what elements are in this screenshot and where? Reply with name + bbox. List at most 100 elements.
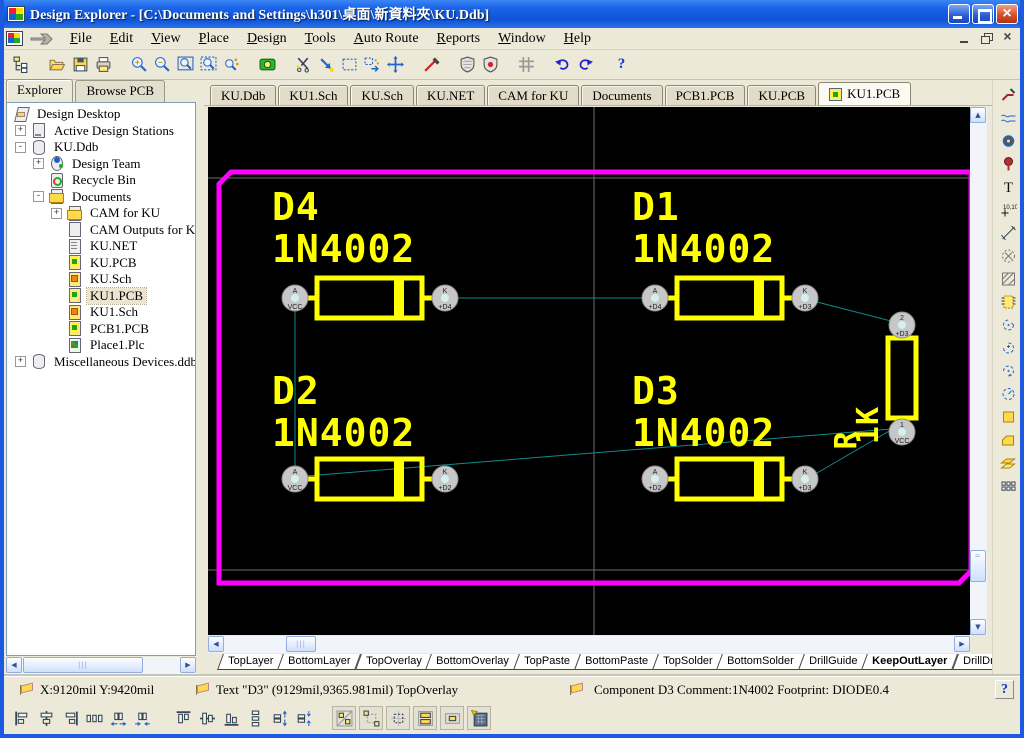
doc-tab-documents[interactable]: Documents [581, 85, 662, 105]
pad-d1-a[interactable]: A+D4 [642, 285, 668, 311]
tree-item-recycle-bin[interactable]: Recycle Bin [7, 172, 195, 189]
mdi-close-button[interactable] [999, 31, 1016, 46]
increase-vertical-spacing-icon[interactable] [267, 706, 291, 730]
toolbar-arrow-icon[interactable] [29, 32, 55, 46]
panel-tab-browse-pcb[interactable]: Browse PCB [75, 80, 165, 102]
paste-arrow-icon[interactable] [315, 53, 338, 76]
zoom-in-icon[interactable] [128, 53, 151, 76]
layer-tab-topoverlay[interactable]: TopOverlay [355, 654, 432, 670]
maximize-button[interactable] [972, 4, 994, 24]
help-icon[interactable]: ? [610, 53, 633, 76]
tree-item-cam-outputs-for-ku[interactable]: CAM Outputs for KU [7, 222, 195, 239]
place-full-circle-icon[interactable] [998, 385, 1020, 403]
decrease-vertical-spacing-icon[interactable] [291, 706, 315, 730]
tree-expander[interactable]: - [15, 142, 26, 153]
tree-item-design-team[interactable]: +Design Team [7, 156, 195, 173]
tree-item-cam-for-ku[interactable]: +CAM for KU [7, 205, 195, 222]
doc-tab-ku-pcb[interactable]: KU.PCB [747, 85, 816, 105]
save-icon[interactable] [69, 53, 92, 76]
panel-tab-explorer[interactable]: Explorer [6, 79, 73, 102]
mdi-minimize-button[interactable] [957, 31, 974, 46]
scroll-left-button[interactable]: ◀ [6, 657, 22, 673]
menu-help[interactable]: Help [555, 29, 600, 49]
distribute-horizontal-icon[interactable] [82, 706, 106, 730]
tree-item-miscellaneous-devices-ddb[interactable]: +Miscellaneous Devices.ddb [7, 354, 195, 371]
explorer-horizontal-scrollbar[interactable]: ◀ ||| ▶ [6, 657, 196, 674]
canvas-vertical-scrollbar[interactable]: ▲ = ▼ [970, 107, 987, 635]
comment-d3[interactable]: 1N4002 [632, 413, 775, 453]
doc-tab-cam-for-ku[interactable]: CAM for KU [487, 85, 579, 105]
tree-item-place1-plc[interactable]: Place1.Plc [7, 337, 195, 354]
designator-d1[interactable]: D1 [632, 187, 680, 227]
explorer-panel-toggle-icon[interactable] [10, 53, 33, 76]
doc-tab-ku1-sch[interactable]: KU1.Sch [278, 85, 348, 105]
scroll-right-button[interactable]: ▶ [180, 657, 196, 673]
place-fill-hatched-icon[interactable] [998, 270, 1020, 288]
pad-r-1[interactable]: 1VCC [889, 419, 915, 445]
board-preview-icon[interactable] [256, 53, 279, 76]
tree-item-documents[interactable]: -Documents [7, 189, 195, 206]
pad-d3-k[interactable]: K+D3 [792, 466, 818, 492]
minimize-button[interactable] [948, 4, 970, 24]
component-d3[interactable] [664, 459, 796, 499]
layer-tab-bottompaste[interactable]: BottomPaste [574, 654, 659, 670]
print-icon[interactable] [92, 53, 115, 76]
mdi-restore-button[interactable] [978, 31, 995, 46]
scroll-thumb[interactable]: = [970, 550, 986, 582]
place-coordinate-icon[interactable]: 10,10 [998, 201, 1020, 219]
designator-d3[interactable]: D3 [632, 371, 680, 411]
doc-tab-ku-sch[interactable]: KU.Sch [350, 85, 414, 105]
tree-item-ku-pcb[interactable]: KU.PCB [7, 255, 195, 272]
tree-expander[interactable]: - [33, 191, 44, 202]
close-button[interactable] [996, 4, 1018, 24]
tree-expander[interactable]: + [15, 125, 26, 136]
place-pad-icon[interactable] [998, 132, 1020, 150]
place-dimension-icon[interactable] [998, 224, 1020, 242]
place-string-icon[interactable]: T [998, 178, 1020, 196]
scroll-thumb[interactable]: ||| [286, 636, 316, 652]
tree-item-ku-net[interactable]: KU.NET [7, 238, 195, 255]
status-help-button[interactable]: ? [995, 680, 1014, 699]
layer-tab-toplayer[interactable]: TopLayer [217, 654, 284, 670]
align-top-icon[interactable] [171, 706, 195, 730]
comment-d2[interactable]: 1N4002 [272, 413, 415, 453]
menu-tools[interactable]: Tools [296, 29, 345, 49]
canvas-horizontal-scrollbar[interactable]: ◀ ||| ▶ [208, 636, 970, 653]
layer-tab-bottomoverlay[interactable]: BottomOverlay [425, 654, 520, 670]
scroll-right-button[interactable]: ▶ [954, 636, 970, 652]
title-bar[interactable]: Design Explorer - [C:\Documents and Sett… [0, 0, 1024, 28]
tree-item-ku-sch[interactable]: KU.Sch [7, 271, 195, 288]
move-selection-icon[interactable] [361, 53, 384, 76]
redo-icon[interactable] [574, 53, 597, 76]
doc-tab-ku1-pcb[interactable]: KU1.PCB [818, 82, 911, 105]
place-component-icon[interactable] [998, 293, 1020, 311]
document-system-menu-icon[interactable] [6, 31, 23, 46]
scroll-thumb[interactable]: ||| [23, 657, 143, 673]
pcb-canvas[interactable]: AVCC K+D4 A+D4 K+D3 [208, 107, 974, 635]
pad-d2-a[interactable]: AVCC [282, 466, 308, 492]
menu-file[interactable]: File [61, 29, 101, 49]
tree-expander[interactable]: + [51, 208, 62, 219]
comment-d1[interactable]: 1N4002 [632, 229, 775, 269]
component-r[interactable] [888, 331, 916, 425]
drc-shield-run-icon[interactable] [479, 53, 502, 76]
decrease-horizontal-spacing-icon[interactable] [130, 706, 154, 730]
layer-tab-bottomsolder[interactable]: BottomSolder [717, 654, 805, 670]
scroll-up-button[interactable]: ▲ [970, 107, 986, 123]
menu-edit[interactable]: Edit [101, 29, 142, 49]
tree-item-active-design-stations[interactable]: +Active Design Stations [7, 123, 195, 140]
pad-d4-k[interactable]: K+D4 [432, 285, 458, 311]
doc-tab-ku-net[interactable]: KU.NET [416, 85, 485, 105]
pad-d4-a[interactable]: AVCC [282, 285, 308, 311]
tree-item-ku-ddb[interactable]: -KU.Ddb [7, 139, 195, 156]
place-arc-edge-icon[interactable] [998, 316, 1020, 334]
zoom-area-icon[interactable] [197, 53, 220, 76]
place-track-icon[interactable] [998, 109, 1020, 127]
layer-tab-keepoutlayer[interactable]: KeepOutLayer [861, 654, 958, 670]
pad-d3-a[interactable]: A+D2 [642, 466, 668, 492]
tree-item-design-desktop[interactable]: Design Desktop [7, 106, 195, 123]
place-arc-center-icon[interactable] [998, 339, 1020, 357]
arrange-outside-room-icon[interactable] [359, 706, 383, 730]
align-center-vertical-icon[interactable] [195, 706, 219, 730]
place-polygon-cutout-icon[interactable] [998, 247, 1020, 265]
